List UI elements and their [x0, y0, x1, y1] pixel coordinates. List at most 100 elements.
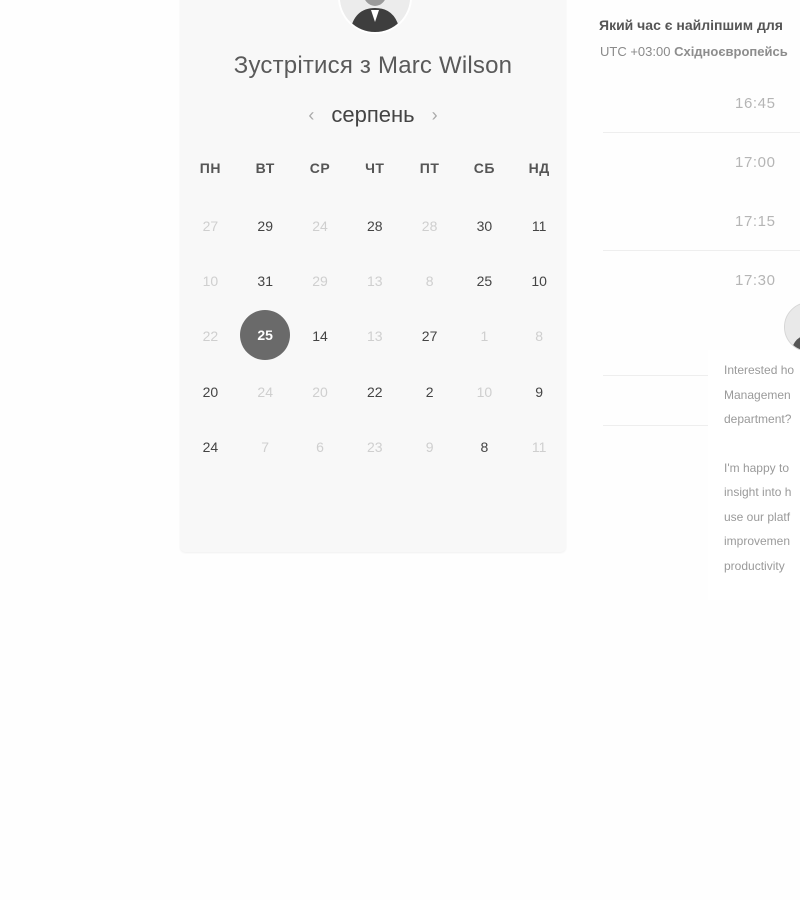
chat-message: Interested ho Managemen department? — [724, 358, 800, 432]
scheduler-page: Зустрітися з Marc Wilson ‹ серпень › ПН … — [0, 0, 800, 900]
divider — [603, 375, 708, 376]
calendar-day-number: 10 — [476, 383, 493, 400]
calendar-day-selected[interactable]: 25 — [238, 309, 293, 364]
calendar-day[interactable]: 24 — [183, 419, 238, 474]
weekday-label: СР — [309, 160, 331, 176]
calendar-day[interactable]: 27 — [402, 309, 457, 364]
time-slot[interactable]: 17:15 — [603, 192, 800, 251]
calendar-day: 1 — [457, 309, 512, 364]
calendar-day[interactable]: 10 — [512, 253, 567, 308]
calendar-days-grid: 27 29 24 28 28 30 11 10 31 29 13 8 25 10 22 25 14 13 27 1 8 2… — [183, 198, 567, 474]
calendar-day-number: 28 — [421, 217, 438, 234]
next-month-icon[interactable]: › — [425, 105, 445, 125]
calendar-day[interactable]: 8 — [457, 419, 512, 474]
divider — [603, 425, 708, 426]
calendar-day: 9 — [402, 419, 457, 474]
calendar-day-number: 11 — [531, 438, 547, 455]
calendar-day: 24 — [293, 198, 348, 253]
time-slot[interactable]: 16:45 — [603, 74, 800, 133]
calendar-day-number: 20 — [202, 383, 219, 400]
calendar-day-number: 28 — [367, 217, 383, 234]
calendar-day: 7 — [238, 419, 293, 474]
calendar-day: 24 — [238, 364, 293, 419]
calendar-day: 28 — [402, 198, 457, 253]
calendar-day[interactable]: 2 — [402, 364, 457, 419]
calendar-day-number: 29 — [257, 217, 273, 234]
calendar-day-number: 30 — [476, 217, 493, 234]
calendar-day: 8 — [402, 253, 457, 308]
calendar-day: 10 — [183, 253, 238, 308]
calendar-day: 23 — [347, 419, 402, 474]
calendar-day: 6 — [293, 419, 348, 474]
calendar-day[interactable]: 31 — [238, 253, 293, 308]
calendar-day-number: 8 — [480, 438, 489, 455]
calendar-day-number: 24 — [257, 383, 273, 400]
calendar-day[interactable]: 11 — [512, 198, 567, 253]
calendar-day-number: 7 — [261, 438, 270, 455]
calendar-day-number: 8 — [425, 272, 434, 289]
chat-line: Managemen — [724, 387, 791, 402]
weekday-label: ПН — [199, 160, 221, 176]
weekday-label: СБ — [473, 160, 495, 176]
calendar-day: 29 — [293, 253, 348, 308]
calendar-day[interactable]: 20 — [183, 364, 238, 419]
chat-line: department? — [724, 412, 792, 426]
calendar-day[interactable]: 22 — [347, 364, 402, 419]
chat-message-popup[interactable]: Interested ho Managemen department? I'm … — [708, 350, 800, 600]
calendar-day: 13 — [347, 253, 402, 308]
chat-line: use our platf — [724, 509, 791, 524]
chat-line: productivity — [724, 558, 785, 573]
weekday-header: ПН ВТ СР ЧТ ПТ СБ НД — [183, 160, 567, 176]
calendar-day-number: 22 — [202, 328, 219, 345]
weekday-label: ВТ — [255, 160, 275, 176]
weekday-label: ЧТ — [365, 160, 385, 176]
calendar-day: 8 — [512, 309, 567, 364]
calendar-day-number: 20 — [312, 383, 328, 400]
calendar-day-number: 25 — [240, 310, 291, 361]
calendar-day-number: 10 — [531, 272, 547, 289]
calendar-day[interactable]: 30 — [457, 198, 512, 253]
calendar-day[interactable]: 28 — [347, 198, 402, 253]
calendar-day: 10 — [457, 364, 512, 419]
time-slot[interactable]: 17:30 — [603, 251, 800, 310]
calendar-day: 11 — [512, 419, 567, 474]
chat-line: insight into h — [724, 485, 792, 499]
prev-month-icon[interactable]: ‹ — [301, 105, 321, 125]
calendar-day-number: 29 — [312, 272, 328, 289]
calendar-day-number: 14 — [312, 328, 328, 345]
calendar-day-number: 13 — [367, 272, 383, 289]
calendar-day-number: 1 — [480, 328, 489, 345]
chat-message: I'm happy to insight into h use our plat… — [724, 456, 800, 579]
calendar-day: 22 — [183, 309, 238, 364]
timezone-name: Східноєвропейсь — [674, 44, 788, 59]
calendar-day-number: 9 — [535, 383, 544, 400]
chat-line: improvemen — [724, 534, 791, 548]
calendar-day-number: 27 — [202, 217, 219, 234]
calendar-day[interactable]: 14 — [293, 309, 348, 364]
calendar-day-number: 6 — [316, 438, 324, 455]
month-navigation: ‹ серпень › — [180, 100, 566, 130]
calendar-day: 27 — [183, 198, 238, 253]
calendar-day-number: 24 — [202, 438, 219, 455]
month-label: серпень — [331, 102, 415, 127]
calendar-day: 13 — [347, 309, 402, 364]
calendar-day-number: 22 — [367, 383, 383, 400]
calendar-day-number: 13 — [367, 328, 383, 345]
chat-line: Interested ho — [724, 363, 795, 377]
calendar-day-number: 8 — [535, 328, 544, 345]
weekday-label: ПТ — [419, 160, 440, 176]
calendar-day[interactable]: 29 — [238, 198, 293, 253]
calendar-day-number: 9 — [425, 438, 434, 455]
calendar-day-number: 24 — [312, 217, 328, 234]
calendar-day-number: 11 — [531, 217, 547, 234]
calendar-day-number: 10 — [202, 272, 219, 289]
calendar-day-number: 27 — [421, 328, 438, 345]
calendar-day[interactable]: 9 — [512, 364, 567, 419]
time-slot-list: 16:45 17:00 17:15 17:30 — [603, 74, 800, 310]
time-slot[interactable]: 17:00 — [603, 133, 800, 192]
calendar-day[interactable]: 25 — [457, 253, 512, 308]
timezone-label[interactable]: UTC +03:00 Східноєвропейсь — [600, 44, 788, 59]
chat-line: I'm happy to — [724, 460, 789, 475]
timezone-offset: UTC +03:00 — [600, 44, 671, 59]
calendar-day-number: 23 — [367, 438, 383, 455]
